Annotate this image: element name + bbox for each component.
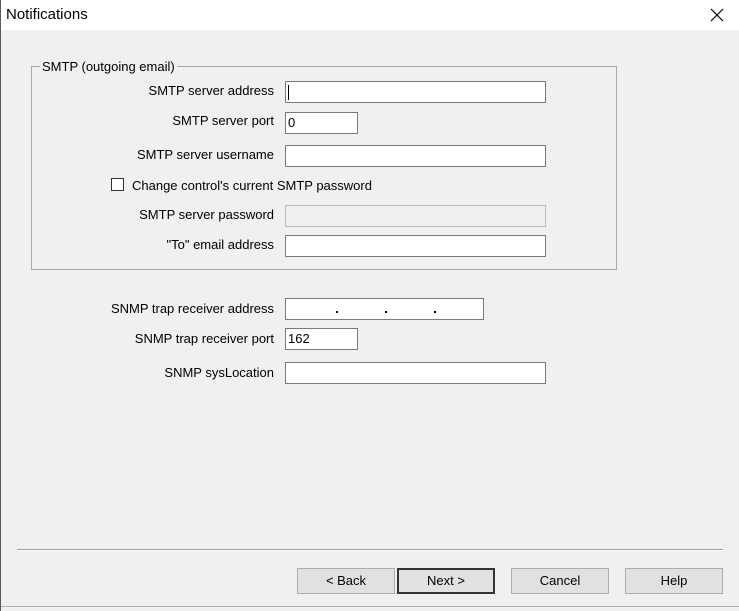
snmp-trap-receiver-port-label: SNMP trap receiver port (134, 331, 274, 346)
snmp-trap-receiver-port-input[interactable]: 162 (285, 328, 358, 350)
title-bar: Notifications (1, 0, 739, 30)
back-button[interactable]: < Back (297, 568, 395, 594)
notifications-dialog: Notifications SMTP (outgoing email) SMTP… (0, 0, 739, 611)
smtp-server-password-label: SMTP server password (139, 207, 274, 222)
smtp-server-username-label: SMTP server username (136, 147, 274, 162)
ip-separator-dot (385, 311, 387, 313)
window-title: Notifications (6, 6, 88, 23)
help-button[interactable]: Help (625, 568, 723, 594)
smtp-server-password-input (285, 205, 546, 227)
next-button[interactable]: Next > (397, 568, 495, 594)
snmp-trap-receiver-port-value: 162 (288, 331, 310, 346)
text-caret (288, 85, 289, 100)
snmp-syslocation-input[interactable] (285, 362, 546, 384)
smtp-server-port-value: 0 (288, 115, 296, 130)
change-password-checkbox[interactable] (111, 178, 124, 191)
smtp-server-address-label: SMTP server address (148, 83, 274, 98)
smtp-server-address-input[interactable] (285, 81, 546, 103)
to-email-address-input[interactable] (285, 235, 546, 257)
to-email-address-label: "To" email address (166, 237, 275, 252)
cancel-button[interactable]: Cancel (511, 568, 609, 594)
ip-separator-dot (336, 311, 338, 313)
change-password-label[interactable]: Change control's current SMTP password (132, 178, 372, 193)
close-button[interactable] (695, 0, 739, 30)
snmp-trap-receiver-address-input[interactable] (285, 298, 484, 320)
close-icon (710, 8, 724, 22)
snmp-syslocation-label: SNMP sysLocation (164, 365, 274, 380)
snmp-trap-receiver-address-label: SNMP trap receiver address (110, 301, 274, 316)
smtp-group-label: SMTP (outgoing email) (40, 59, 177, 74)
background-window-edge (1, 606, 739, 611)
smtp-server-username-input[interactable] (285, 145, 546, 167)
button-separator (17, 549, 723, 551)
smtp-server-port-label: SMTP server port (172, 113, 274, 128)
smtp-server-port-input[interactable]: 0 (285, 112, 358, 134)
ip-separator-dot (434, 311, 436, 313)
